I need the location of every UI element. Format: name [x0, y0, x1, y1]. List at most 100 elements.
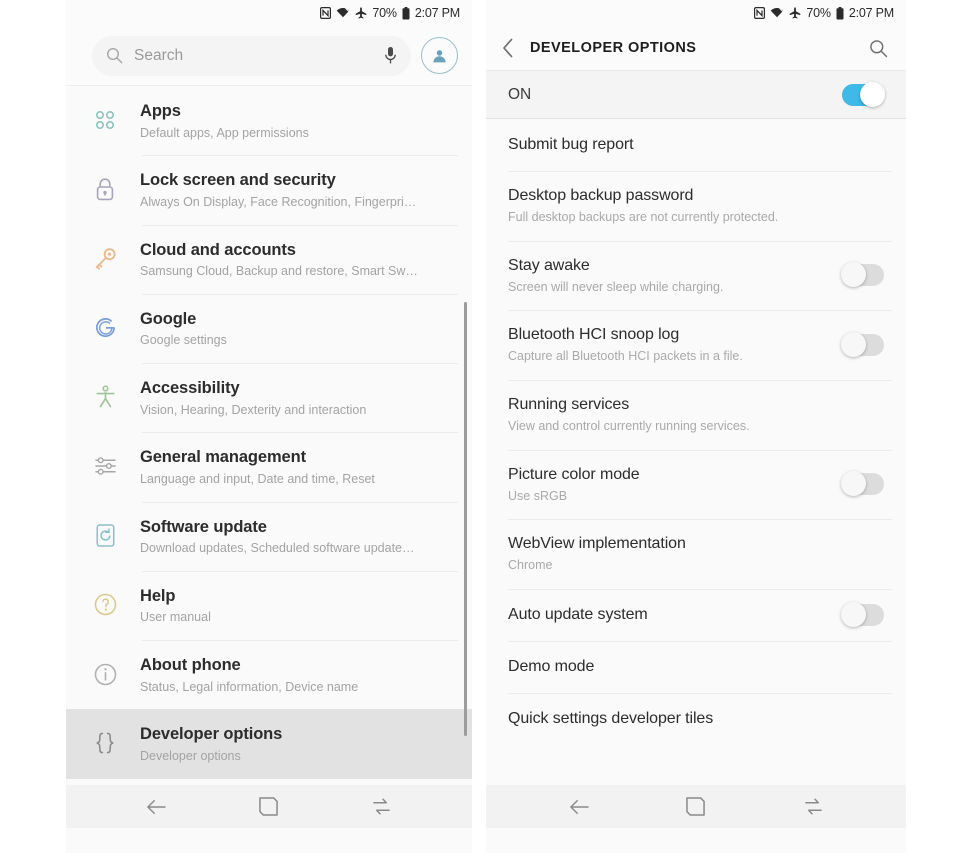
settings-list: Apps Default apps, App permissions Lock …: [66, 86, 472, 790]
back-arrow-icon[interactable]: [552, 787, 606, 827]
settings-row-accessibility[interactable]: Accessibility Vision, Hearing, Dexterity…: [66, 363, 472, 432]
nfc-icon: [754, 7, 766, 19]
option-row-quick-settings-developer-tiles[interactable]: Quick settings developer tiles: [486, 692, 906, 745]
settings-row-general-management[interactable]: General management Language and input, D…: [66, 432, 472, 501]
toggle-knob: [841, 471, 866, 497]
settings-row-subtitle: Download updates, Scheduled software upd…: [140, 541, 415, 556]
settings-row-subtitle: Samsung Cloud, Backup and restore, Smart…: [140, 264, 418, 279]
navigation-bar-right: [486, 785, 906, 828]
right-phone-developer-options-screen: 70% 2:07 PM DEVELOPER OPTIONS ON Submit …: [486, 0, 906, 853]
settings-list-scrollbar[interactable]: [464, 86, 468, 790]
settings-row-subtitle: Status, Legal information, Device name: [140, 679, 359, 694]
option-title: Desktop backup password: [508, 187, 694, 204]
recent-apps-icon[interactable]: [355, 787, 409, 827]
option-subtitle: Screen will never sleep while charging.: [508, 279, 724, 294]
wifi-icon: [336, 7, 351, 19]
left-phone-settings-screen: 70% 2:07 PM Search Apps Default apps, Ap…: [66, 0, 472, 853]
navigation-bar-left: [66, 785, 472, 828]
settings-row-cloud-and-accounts[interactable]: Cloud and accounts Samsung Cloud, Backup…: [66, 224, 472, 294]
settings-row-developer-options[interactable]: Developer options Developer options: [66, 709, 472, 779]
bluetooth-hci-snoop-log-toggle[interactable]: [841, 332, 884, 358]
option-title: Quick settings developer tiles: [508, 709, 714, 727]
option-title: WebView implementation: [508, 535, 686, 553]
account-avatar-button[interactable]: [421, 37, 458, 74]
search-icon[interactable]: [869, 39, 888, 58]
settings-row-apps[interactable]: Apps Default apps, App permissions: [66, 86, 472, 155]
status-bar-left: 70% 2:07 PM: [66, 0, 472, 26]
option-row-picture-color-mode[interactable]: Picture color mode Use sRGB: [486, 449, 906, 520]
settings-row-software-update[interactable]: Software update Download updates, Schedu…: [66, 501, 472, 571]
clock-label: 2:07 PM: [848, 6, 894, 20]
developer-options-master-row[interactable]: ON: [486, 70, 906, 119]
settings-row-title: Developer options: [140, 725, 283, 744]
page-title: DEVELOPER OPTIONS: [530, 40, 697, 56]
master-toggle-switch[interactable]: [842, 81, 885, 107]
settings-row-about-phone[interactable]: About phone Status, Legal information, D…: [66, 640, 472, 709]
apps-grid-icon: [88, 103, 122, 137]
account-avatar-icon: [430, 46, 449, 65]
picture-color-mode-toggle[interactable]: [841, 471, 884, 497]
home-square-icon[interactable]: [242, 787, 296, 827]
settings-row-subtitle: User manual: [140, 610, 211, 625]
settings-row-help[interactable]: Help User manual: [66, 570, 472, 640]
search-bar[interactable]: Search: [92, 35, 411, 76]
settings-row-lock-screen-and-security[interactable]: Lock screen and security Always On Displ…: [66, 155, 472, 224]
accessibility-person-icon: [88, 380, 122, 414]
toggle-knob: [841, 262, 866, 288]
option-row-stay-awake[interactable]: Stay awake Screen will never sleep while…: [486, 240, 906, 311]
option-title: Submit bug report: [508, 136, 634, 153]
auto-update-system-toggle[interactable]: [841, 601, 884, 627]
recent-apps-icon[interactable]: [786, 787, 840, 827]
settings-row-subtitle: Vision, Hearing, Dexterity and interacti…: [140, 402, 367, 417]
option-title: Demo mode: [508, 657, 595, 675]
help-question-icon: [88, 588, 122, 622]
key-icon: [88, 242, 122, 276]
option-row-auto-update-system[interactable]: Auto update system: [486, 588, 906, 641]
settings-row-title: Apps: [140, 102, 181, 120]
dual-phone-screenshot: 70% 2:07 PM Search Apps Default apps, Ap…: [0, 0, 960, 853]
toggle-knob: [841, 601, 866, 627]
settings-row-title: Cloud and accounts: [140, 240, 296, 259]
settings-row-title: Accessibility: [140, 379, 240, 397]
option-title: Stay awake: [508, 256, 590, 274]
back-chevron-icon[interactable]: [502, 38, 514, 58]
home-square-icon[interactable]: [669, 787, 723, 827]
stay-awake-toggle[interactable]: [841, 262, 884, 288]
option-row-desktop-backup-password[interactable]: Desktop backup password Full desktop bac…: [486, 171, 906, 241]
microphone-icon[interactable]: [384, 46, 397, 65]
settings-row-title: General management: [140, 448, 307, 467]
settings-row-subtitle: Always On Display, Face Recognition, Fin…: [140, 194, 417, 209]
option-title: Auto update system: [508, 605, 648, 623]
clock-label: 2:07 PM: [414, 6, 460, 20]
master-toggle-label: ON: [508, 85, 532, 103]
option-title: Bluetooth HCI snoop log: [508, 326, 680, 344]
search-input[interactable]: Search: [134, 47, 373, 65]
settings-row-subtitle: Google settings: [140, 333, 227, 348]
wifi-icon: [770, 7, 785, 19]
option-row-submit-bug-report[interactable]: Submit bug report: [486, 119, 906, 171]
option-subtitle: Full desktop backups are not currently p…: [508, 210, 779, 224]
scrollbar-thumb[interactable]: [464, 302, 467, 736]
battery-percent-label: 70%: [806, 6, 831, 20]
settings-row-subtitle: Developer options: [140, 748, 241, 763]
option-subtitle: Chrome: [508, 558, 553, 573]
info-circle-icon: [88, 657, 122, 691]
option-subtitle: View and control currently running servi…: [508, 418, 750, 433]
option-subtitle: Use sRGB: [508, 488, 568, 503]
status-bar-right: 70% 2:07 PM: [486, 0, 906, 26]
toggle-knob: [841, 332, 866, 358]
developer-options-list: Submit bug report Desktop backup passwor…: [486, 119, 906, 819]
option-row-demo-mode[interactable]: Demo mode: [486, 640, 906, 693]
option-title: Running services: [508, 395, 630, 413]
option-row-webview-implementation[interactable]: WebView implementation Chrome: [486, 519, 906, 589]
option-row-running-services[interactable]: Running services View and control curren…: [486, 379, 906, 450]
option-title: Picture color mode: [508, 465, 640, 483]
search-icon: [106, 47, 123, 64]
settings-row-google[interactable]: Google Google settings: [66, 293, 472, 363]
software-update-icon: [88, 519, 122, 553]
settings-row-title: Software update: [140, 517, 267, 536]
option-row-bluetooth-hci-snoop-log[interactable]: Bluetooth HCI snoop log Capture all Blue…: [486, 310, 906, 380]
google-g-icon: [88, 311, 122, 345]
back-arrow-icon[interactable]: [129, 787, 183, 827]
option-subtitle: Capture all Bluetooth HCI packets in a f…: [508, 349, 743, 364]
